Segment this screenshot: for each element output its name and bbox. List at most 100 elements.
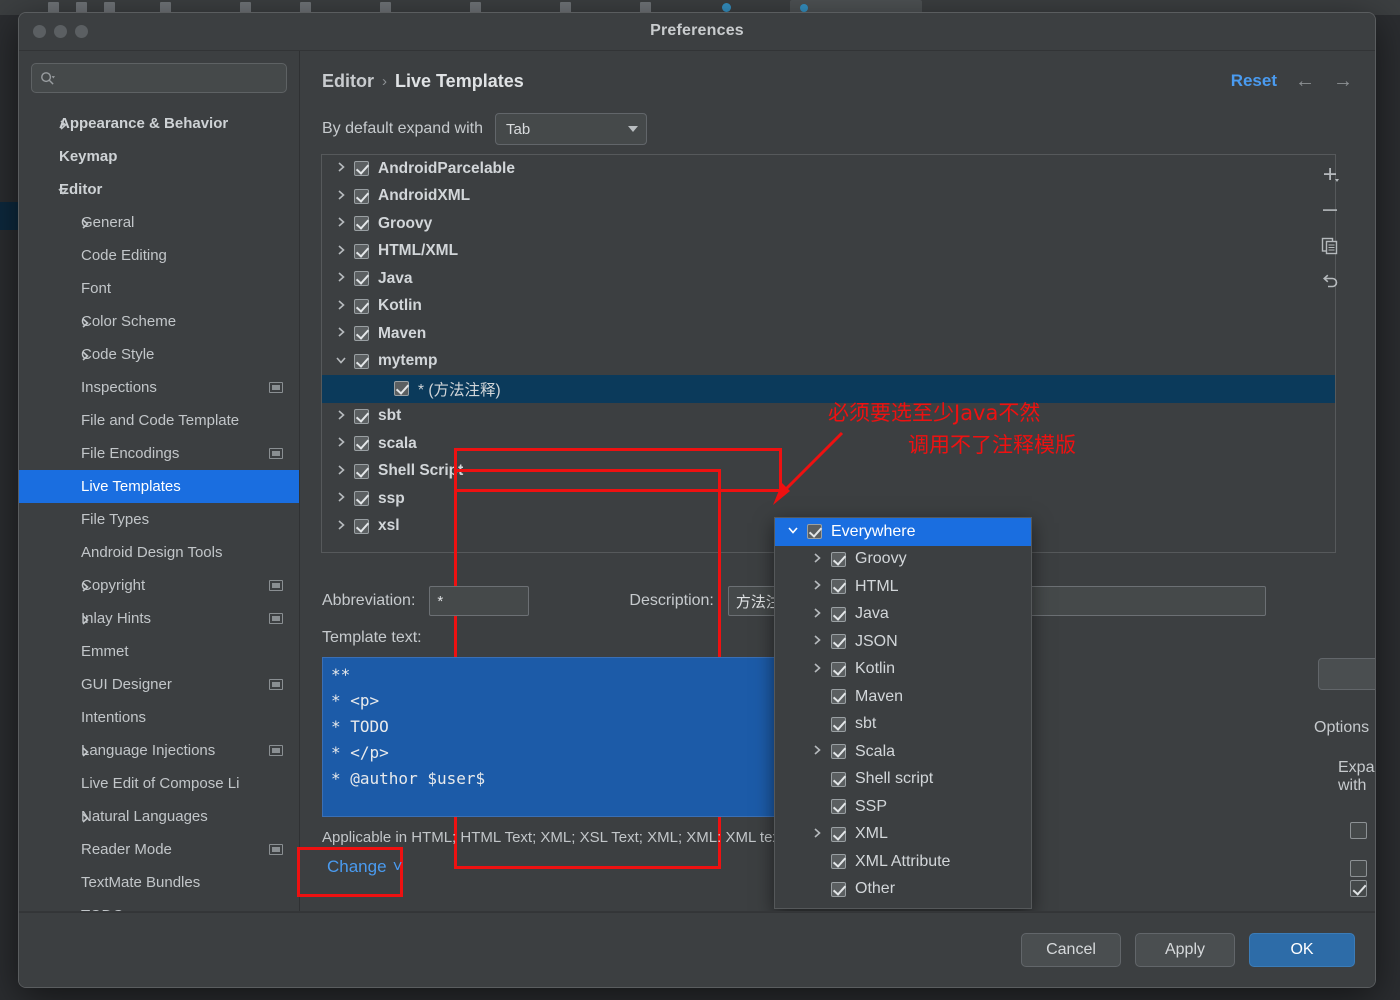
popup-item-checkbox[interactable] — [831, 689, 846, 705]
chevron-right-icon[interactable] — [79, 316, 91, 328]
edit-variables-button[interactable]: Edit variables — [1318, 658, 1375, 690]
sidebar-item-file-encodings[interactable]: File Encodings — [19, 437, 299, 470]
chevron-right-icon[interactable] — [334, 271, 348, 286]
sidebar-item-android-design-tools[interactable]: Android Design Tools — [19, 536, 299, 569]
template-checkbox[interactable] — [354, 243, 369, 259]
template-group-row[interactable]: Maven — [322, 320, 1335, 348]
apply-button[interactable]: Apply — [1135, 933, 1235, 967]
sidebar-item-code-editing[interactable]: Code Editing — [19, 239, 299, 272]
chevron-down-icon[interactable] — [57, 184, 69, 196]
ok-button[interactable]: OK — [1249, 933, 1355, 967]
sidebar-item-gui-designer[interactable]: GUI Designer — [19, 668, 299, 701]
popup-menu-item[interactable]: HTML — [775, 573, 1031, 601]
template-checkbox[interactable] — [394, 381, 409, 397]
breadcrumb-root[interactable]: Editor — [322, 71, 374, 92]
popup-item-checkbox[interactable] — [831, 881, 846, 897]
chevron-right-icon[interactable] — [79, 745, 91, 757]
sidebar-item-live-templates[interactable]: Live Templates — [19, 470, 299, 503]
chevron-right-icon[interactable] — [334, 244, 348, 259]
chevron-right-icon[interactable] — [79, 580, 91, 592]
abbreviation-input[interactable] — [429, 586, 530, 616]
sidebar-item-appearance-behavior[interactable]: Appearance & Behavior — [19, 107, 299, 140]
chevron-right-icon[interactable] — [334, 464, 348, 479]
revert-icon[interactable] — [1320, 272, 1340, 292]
chevron-right-icon[interactable] — [334, 299, 348, 314]
popup-item-checkbox[interactable] — [831, 854, 846, 870]
chevron-right-icon[interactable] — [334, 189, 348, 204]
context-popup-menu[interactable]: Everywhere Groovy HTML Java JSON Kotlin Maven s… — [774, 517, 1032, 909]
template-checkbox[interactable] — [354, 188, 369, 204]
template-group-row[interactable]: Groovy — [322, 210, 1335, 238]
popup-menu-item[interactable]: JSON — [775, 628, 1031, 656]
template-checkbox[interactable] — [354, 326, 369, 342]
chevron-right-icon[interactable] — [334, 326, 348, 341]
chevron-right-icon[interactable] — [334, 491, 348, 506]
popup-item-checkbox[interactable] — [831, 551, 846, 567]
popup-menu-item[interactable]: SSP — [775, 793, 1031, 821]
chevron-right-icon[interactable] — [79, 811, 91, 823]
popup-menu-item[interactable]: Shell script — [775, 766, 1031, 794]
template-checkbox[interactable] — [354, 436, 369, 452]
chevron-down-icon[interactable] — [334, 354, 348, 369]
chevron-down-icon[interactable] — [785, 524, 801, 539]
template-checkbox[interactable] — [354, 216, 369, 232]
chevron-right-icon[interactable] — [809, 634, 825, 649]
default-expand-select[interactable]: Tab — [495, 113, 647, 145]
popup-item-checkbox[interactable] — [831, 579, 846, 595]
template-checkbox[interactable] — [354, 408, 369, 424]
popup-item-checkbox[interactable] — [807, 524, 822, 540]
sidebar-item-emmet[interactable]: Emmet — [19, 635, 299, 668]
chevron-right-icon[interactable] — [334, 161, 348, 176]
toolbar-run-icon[interactable] — [722, 3, 731, 12]
sidebar-item-language-injections[interactable]: Language Injections — [19, 734, 299, 767]
back-arrow-icon[interactable]: ← — [1295, 71, 1315, 91]
change-context-button[interactable]: Change ˅ — [327, 857, 403, 877]
popup-menu-item[interactable]: sbt — [775, 711, 1031, 739]
popup-item-checkbox[interactable] — [831, 606, 846, 622]
popup-item-checkbox[interactable] — [831, 799, 846, 815]
popup-item-checkbox[interactable] — [831, 826, 846, 842]
template-group-row[interactable]: AndroidParcelable — [322, 155, 1335, 183]
popup-menu-item[interactable]: Kotlin — [775, 656, 1031, 684]
sidebar-item-textmate-bundles[interactable]: TextMate Bundles — [19, 866, 299, 899]
add-icon[interactable] — [1320, 164, 1340, 184]
remove-icon[interactable] — [1320, 200, 1340, 220]
chevron-right-icon[interactable] — [334, 216, 348, 231]
popup-item-checkbox[interactable] — [831, 771, 846, 787]
sidebar-item-copyright[interactable]: Copyright — [19, 569, 299, 602]
popup-menu-item[interactable]: Scala — [775, 738, 1031, 766]
popup-menu-item[interactable]: Groovy — [775, 546, 1031, 574]
chevron-right-icon[interactable] — [79, 217, 91, 229]
option-checkbox[interactable] — [1350, 879, 1367, 897]
template-checkbox[interactable] — [354, 518, 369, 534]
search-input[interactable] — [61, 70, 278, 86]
popup-menu-item[interactable]: Other — [775, 876, 1031, 904]
sidebar-item-file-and-code-template[interactable]: File and Code Template — [19, 404, 299, 437]
sidebar-item-color-scheme[interactable]: Color Scheme — [19, 305, 299, 338]
chevron-right-icon[interactable] — [57, 118, 69, 130]
popup-menu-item[interactable]: XML Attribute — [775, 848, 1031, 876]
option-checkbox-row[interactable]: Shorten FQ names — [1350, 861, 1375, 915]
popup-item-checkbox[interactable] — [831, 716, 846, 732]
chevron-right-icon[interactable] — [334, 436, 348, 451]
chevron-right-icon[interactable] — [79, 349, 91, 361]
reset-button[interactable]: Reset — [1231, 71, 1277, 91]
template-checkbox[interactable] — [354, 353, 369, 369]
chevron-right-icon[interactable] — [334, 409, 348, 424]
sidebar-item-keymap[interactable]: Keymap — [19, 140, 299, 173]
popup-menu-item[interactable]: XML — [775, 821, 1031, 849]
template-checkbox[interactable] — [354, 463, 369, 479]
chevron-right-icon[interactable] — [79, 613, 91, 625]
template-checkbox[interactable] — [354, 161, 369, 177]
template-group-row[interactable]: HTML/XML — [322, 238, 1335, 266]
sidebar-item-font[interactable]: Font — [19, 272, 299, 305]
template-group-row[interactable]: Kotlin — [322, 293, 1335, 321]
template-group-row[interactable]: Java — [322, 265, 1335, 293]
chevron-right-icon[interactable] — [809, 579, 825, 594]
template-checkbox[interactable] — [354, 298, 369, 314]
sidebar-item-code-style[interactable]: Code Style — [19, 338, 299, 371]
chevron-right-icon[interactable] — [334, 519, 348, 534]
sidebar-search[interactable] — [19, 63, 299, 101]
cancel-button[interactable]: Cancel — [1021, 933, 1121, 967]
template-group-row[interactable]: mytemp — [322, 348, 1335, 376]
